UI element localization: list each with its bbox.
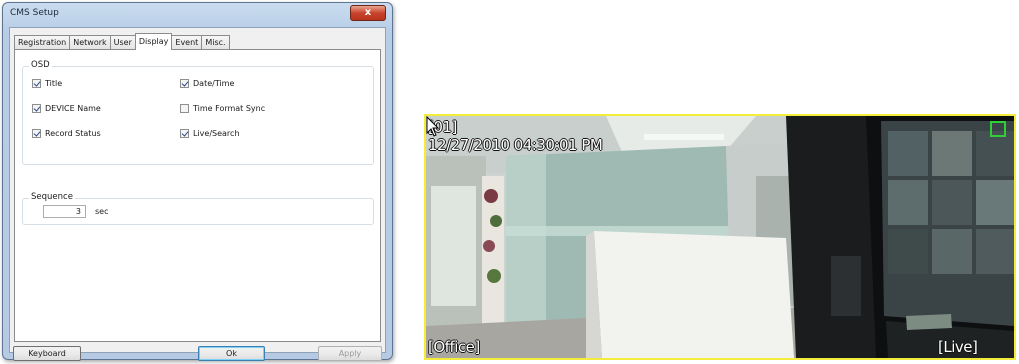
sequence-group-label: Sequence (29, 192, 75, 202)
apply-button[interactable]: Apply (318, 346, 382, 361)
device-name-check-mark[interactable] (32, 104, 41, 113)
camera-datetime-label: 12/27/2010 04:30:01 PM (428, 136, 603, 154)
camera-mode-label: [Live] (938, 338, 978, 356)
title-check-mark[interactable] (32, 79, 41, 88)
title-checkbox[interactable]: Title (32, 79, 62, 88)
title-bar[interactable]: CMS Setup x (3, 3, 392, 27)
dialog-client-area: Registration Network User Display Event … (9, 27, 386, 361)
mouse-pointer-icon (426, 116, 440, 137)
record-status-checkbox-label: Record Status (45, 129, 101, 138)
camera-live-view[interactable]: [01] 12/27/2010 04:30:01 PM [Office] [Li… (424, 114, 1016, 360)
title-checkbox-label: Title (45, 79, 63, 88)
close-button[interactable]: x (350, 5, 386, 21)
record-status-checkbox[interactable]: Record Status (32, 129, 101, 138)
display-tab-panel: OSD Title Date/Time DEVICE Name Time For… (14, 49, 381, 342)
sequence-seconds-input[interactable]: 3 (43, 205, 86, 218)
live-search-checkbox[interactable]: Live/Search (180, 129, 240, 138)
sequence-unit-label: sec (95, 207, 109, 216)
camera-name-label: [Office] (428, 338, 480, 356)
time-format-sync-check-mark[interactable] (180, 104, 189, 113)
tab-display[interactable]: Display (134, 33, 173, 50)
tab-event[interactable]: Event (171, 35, 203, 50)
osd-group-label: OSD (29, 60, 52, 70)
time-format-sync-checkbox-label: Time Format Sync (193, 104, 266, 113)
keyboard-button[interactable]: Keyboard (13, 346, 81, 361)
window-title: CMS Setup (10, 8, 59, 18)
record-status-check-mark[interactable] (32, 129, 41, 138)
ok-button[interactable]: Ok (198, 346, 265, 361)
live-search-checkbox-label: Live/Search (193, 129, 240, 138)
time-format-sync-checkbox[interactable]: Time Format Sync (180, 104, 265, 113)
live-search-check-mark[interactable] (180, 129, 189, 138)
tab-network[interactable]: Network (69, 35, 111, 50)
tab-misc[interactable]: Misc. (201, 35, 230, 50)
tab-strip: Registration Network User Display Event … (14, 33, 230, 50)
tab-user[interactable]: User (109, 35, 136, 50)
datetime-checkbox[interactable]: Date/Time (180, 79, 234, 88)
tab-registration[interactable]: Registration (14, 35, 71, 50)
datetime-check-mark[interactable] (180, 79, 189, 88)
cms-setup-window: CMS Setup x Registration Network User Di… (2, 2, 393, 361)
device-name-checkbox[interactable]: DEVICE Name (32, 104, 101, 113)
datetime-checkbox-label: Date/Time (193, 79, 235, 88)
device-name-checkbox-label: DEVICE Name (45, 104, 101, 113)
osd-group: OSD Title Date/Time DEVICE Name Time For… (22, 60, 374, 165)
sequence-group: Sequence 3 sec (22, 192, 374, 225)
